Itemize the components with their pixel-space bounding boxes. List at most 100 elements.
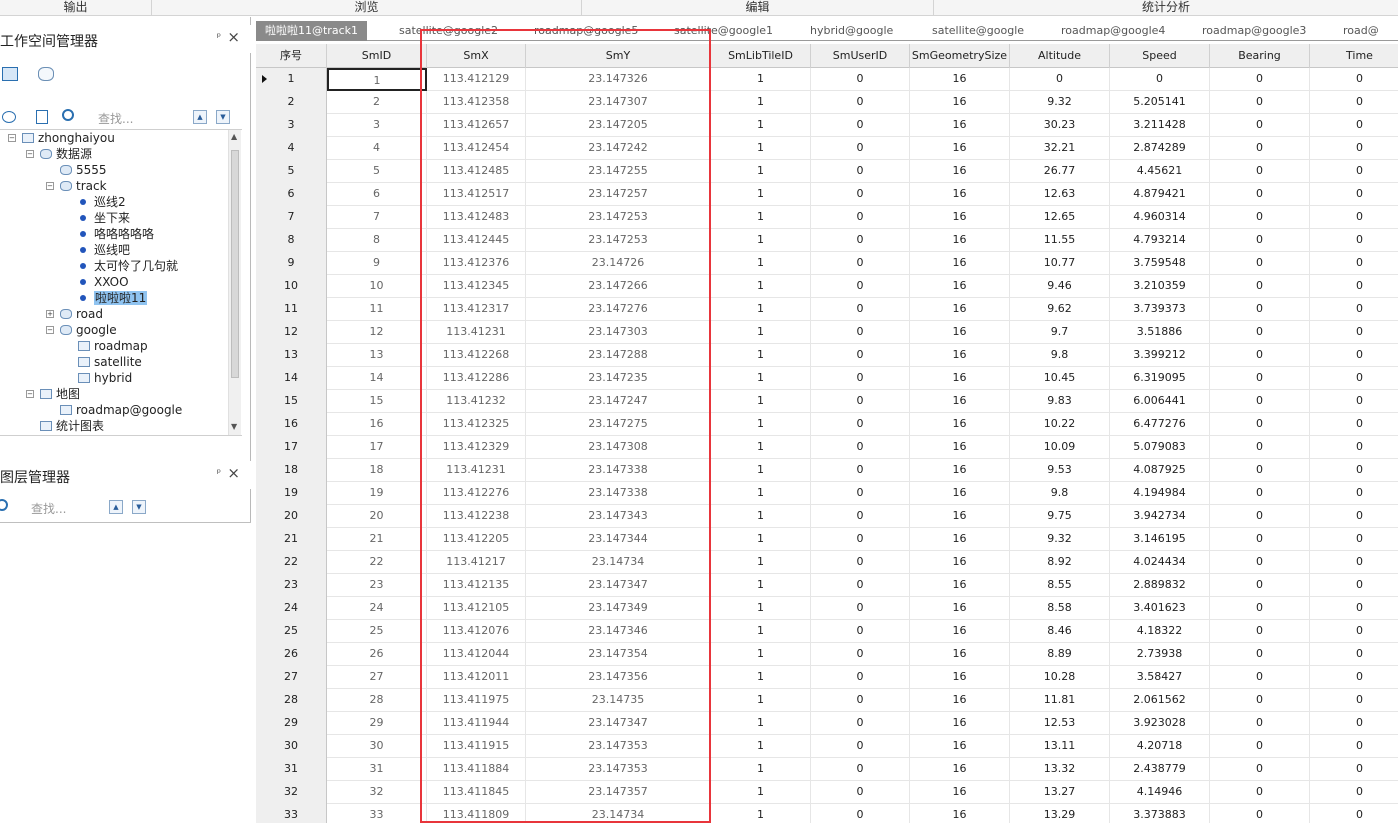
table-cell[interactable]: 0	[811, 689, 910, 712]
table-cell[interactable]: 9.8	[1010, 482, 1110, 505]
table-cell[interactable]: 0	[811, 91, 910, 114]
table-cell[interactable]: 1	[711, 620, 811, 643]
table-row[interactable]: 4 4 113.412454 23.147242 1 0 16 32.21 2.874289 0 0	[256, 137, 1398, 160]
table-cell[interactable]: 0	[811, 321, 910, 344]
table-cell[interactable]: 18	[327, 459, 427, 482]
table-cell[interactable]: 16	[910, 367, 1010, 390]
tree-node-dataset[interactable]: 太可怜了几句就	[78, 258, 178, 274]
table-cell[interactable]: 23.147344	[526, 528, 711, 551]
table-cell[interactable]: 3.739373	[1110, 298, 1210, 321]
table-cell[interactable]: 9.46	[1010, 275, 1110, 298]
table-cell[interactable]: 0	[1310, 528, 1398, 551]
table-cell[interactable]: 23.14726	[526, 252, 711, 275]
table-cell[interactable]: 23.147326	[526, 68, 711, 91]
table-cell[interactable]: 0	[811, 344, 910, 367]
table-row[interactable]: 33 33 113.411809 23.14734 1 0 16 13.29 3.373883 0…	[256, 804, 1398, 823]
table-cell[interactable]: 4.14946	[1110, 781, 1210, 804]
table-cell[interactable]: 113.412268	[427, 344, 526, 367]
table-cell[interactable]: 0	[1210, 643, 1310, 666]
table-cell[interactable]: 0	[811, 735, 910, 758]
table-cell[interactable]: 113.41232	[427, 390, 526, 413]
table-cell[interactable]: 1	[711, 528, 811, 551]
table-cell[interactable]: 24	[327, 597, 427, 620]
table-cell[interactable]: 0	[1210, 298, 1310, 321]
table-row[interactable]: 28 28 113.411975 23.14735 1 0 16 11.81 2.061562 0…	[256, 689, 1398, 712]
table-cell[interactable]: 1	[711, 137, 811, 160]
table-cell[interactable]: 2.061562	[1110, 689, 1210, 712]
table-cell[interactable]: 1	[711, 758, 811, 781]
table-cell[interactable]: 0	[1210, 68, 1310, 91]
table-cell[interactable]: 30	[327, 735, 427, 758]
table-cell[interactable]: 113.412445	[427, 229, 526, 252]
table-cell[interactable]: 1	[711, 505, 811, 528]
table-cell[interactable]: 8.89	[1010, 643, 1110, 666]
table-cell[interactable]: 16	[910, 758, 1010, 781]
table-cell[interactable]: 1	[711, 781, 811, 804]
table-cell[interactable]: 10.45	[1010, 367, 1110, 390]
table-cell[interactable]: 9.32	[1010, 91, 1110, 114]
table-cell[interactable]: 0	[1310, 574, 1398, 597]
close-icon[interactable]: ×	[227, 464, 240, 482]
tab[interactable]: satellite@google2	[399, 21, 498, 41]
table-cell[interactable]: 16	[910, 68, 1010, 91]
row-number[interactable]: 14	[256, 367, 327, 390]
table-cell[interactable]: 0	[1210, 160, 1310, 183]
tree-node-image[interactable]: satellite	[78, 354, 142, 370]
find-previous-button[interactable]: ▲	[193, 110, 207, 124]
table-cell[interactable]: 16	[910, 160, 1010, 183]
table-cell[interactable]: 23.147307	[526, 91, 711, 114]
table-cell[interactable]: 1	[711, 367, 811, 390]
table-cell[interactable]: 0	[811, 804, 910, 823]
row-number[interactable]: 31	[256, 758, 327, 781]
table-cell[interactable]: 0	[811, 160, 910, 183]
pin-icon[interactable]: ᵖ	[217, 32, 221, 43]
table-cell[interactable]: 113.412317	[427, 298, 526, 321]
expand-icon[interactable]: +	[46, 310, 54, 318]
tab[interactable]: roadmap@google5	[534, 21, 638, 41]
table-row[interactable]: 32 32 113.411845 23.147357 1 0 16 13.27 4.14946 0…	[256, 781, 1398, 804]
table-cell[interactable]: 1	[711, 436, 811, 459]
column-header[interactable]: SmY	[526, 44, 711, 68]
table-cell[interactable]: 1	[711, 459, 811, 482]
table-row[interactable]: 10 10 113.412345 23.147266 1 0 16 9.46 3.210359 0…	[256, 275, 1398, 298]
table-cell[interactable]: 19	[327, 482, 427, 505]
table-cell[interactable]: 0	[1210, 482, 1310, 505]
table-cell[interactable]: 6.006441	[1110, 390, 1210, 413]
table-row[interactable]: 15 15 113.41232 23.147247 1 0 16 9.83 6.006441 0 0	[256, 390, 1398, 413]
table-cell[interactable]: 0	[1310, 643, 1398, 666]
tree-node-dataset[interactable]: XXOO	[78, 274, 129, 290]
table-cell[interactable]: 23.147235	[526, 367, 711, 390]
table-cell[interactable]: 0	[1210, 712, 1310, 735]
table-cell[interactable]: 1	[711, 574, 811, 597]
workspace-tree[interactable]: − zhonghaiyou − 数据源 5555 − track 巡线2 坐下来 咯咯…	[0, 129, 242, 436]
table-cell[interactable]: 8.58	[1010, 597, 1110, 620]
table-cell[interactable]: 0	[811, 505, 910, 528]
pin-icon[interactable]: ᵖ	[217, 468, 221, 479]
table-cell[interactable]: 26.77	[1010, 160, 1110, 183]
table-cell[interactable]: 1	[711, 712, 811, 735]
table-cell[interactable]: 1	[711, 160, 811, 183]
table-row[interactable]: 14 14 113.412286 23.147235 1 0 16 10.45 6.319095…	[256, 367, 1398, 390]
table-cell[interactable]: 12.65	[1010, 206, 1110, 229]
table-cell[interactable]: 23.147275	[526, 413, 711, 436]
table-cell[interactable]: 9.8	[1010, 344, 1110, 367]
tab[interactable]: satellite@google	[932, 21, 1024, 41]
table-cell[interactable]: 28	[327, 689, 427, 712]
table-cell[interactable]: 0	[1210, 91, 1310, 114]
table-cell[interactable]: 113.411975	[427, 689, 526, 712]
table-cell[interactable]: 0	[811, 114, 910, 137]
table-cell[interactable]: 0	[1210, 689, 1310, 712]
table-cell[interactable]: 9	[327, 252, 427, 275]
table-cell[interactable]: 23.147253	[526, 229, 711, 252]
table-cell[interactable]: 9.32	[1010, 528, 1110, 551]
row-number[interactable]: 10	[256, 275, 327, 298]
row-number[interactable]: 28	[256, 689, 327, 712]
table-row[interactable]: 18 18 113.41231 23.147338 1 0 16 9.53 4.087925 0 0	[256, 459, 1398, 482]
close-icon[interactable]: ×	[227, 28, 240, 46]
layer-list[interactable]	[0, 522, 251, 823]
table-cell[interactable]: 10.22	[1010, 413, 1110, 436]
table-cell[interactable]: 113.412238	[427, 505, 526, 528]
table-cell[interactable]: 0	[1210, 413, 1310, 436]
table-row[interactable]: 19 19 113.412276 23.147338 1 0 16 9.8 4.194984 0 0	[256, 482, 1398, 505]
table-cell[interactable]: 3.58427	[1110, 666, 1210, 689]
